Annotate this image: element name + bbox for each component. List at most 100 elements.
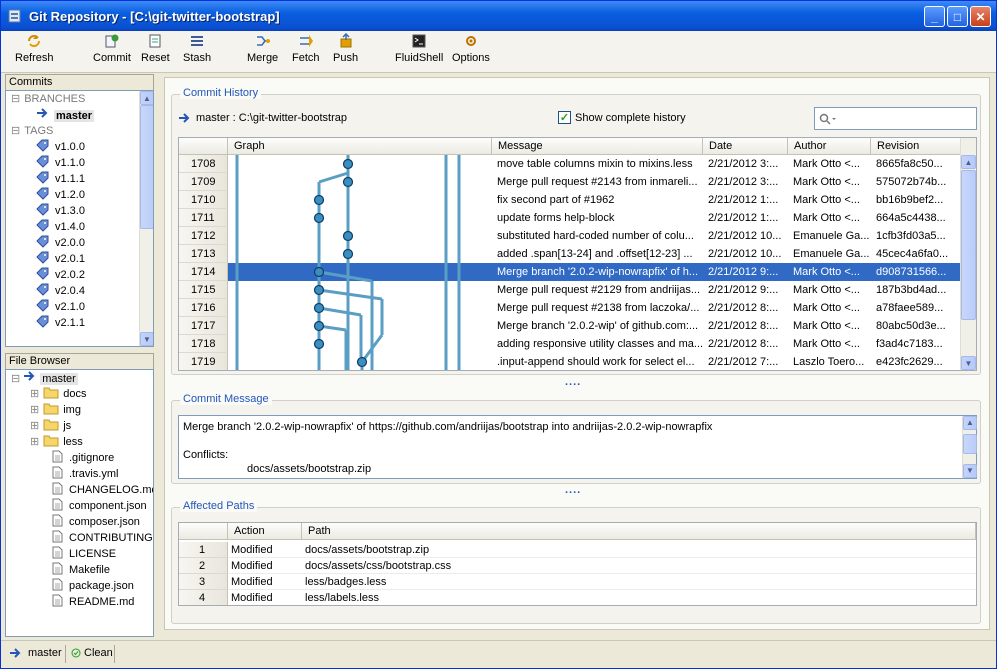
file-tree-root[interactable]: ⊟ master [6,370,138,386]
file-item[interactable]: .travis.yml [6,466,152,482]
row-number: 1719 [179,353,228,370]
affected-paths-table[interactable]: Action Path 1 Modified docs/assets/bootstrap… [178,522,977,606]
push-button[interactable]: Push [333,33,358,64]
file-item[interactable]: LICENSE [6,546,152,562]
tags-node[interactable]: ⊟ TAGS [6,123,138,139]
cell-author: Emanuele Ga... [793,230,870,242]
branch-item-master[interactable]: master [6,107,138,123]
file-item[interactable]: CHANGELOG.md [6,482,153,498]
file-item[interactable]: composer.json [6,514,152,530]
column-header-action[interactable]: Action [228,523,302,540]
file-item[interactable]: .gitignore [6,450,152,466]
fluidshell-button[interactable]: FluidShell [395,33,443,64]
close-button[interactable]: ✕ [970,6,991,27]
tag-item[interactable]: v1.3.0 [6,203,138,219]
file-item[interactable]: component.json [6,498,152,514]
tag-item[interactable]: v2.0.4 [6,283,138,299]
history-table[interactable]: Graph Message Date Author Revision 1708 move t… [178,137,977,371]
tag-item[interactable]: v2.1.1 [6,315,138,331]
scroll-up-icon[interactable]: ▲ [963,416,977,430]
scroll-down-icon[interactable]: ▼ [140,332,153,346]
status-branch: master [9,647,62,659]
fluidshell-icon [412,34,426,48]
scroll-down-icon[interactable]: ▼ [963,464,977,478]
splitter-handle[interactable]: .... [565,376,581,388]
file-icon [52,562,63,575]
merge-button[interactable]: Merge [247,33,278,64]
cell-path: docs/assets/bootstrap.zip [305,544,430,556]
path-row[interactable]: 3 Modified less/badges.less [179,574,976,590]
column-header-author[interactable]: Author [788,138,871,155]
folder-item[interactable]: ⊞ docs [6,386,138,402]
scroll-thumb[interactable] [961,170,976,320]
cell-author: Laszlo Toero... [793,356,865,368]
options-button[interactable]: Options [452,33,490,64]
commit-message-text[interactable]: Merge branch '2.0.2-wip-nowrapfix' of ht… [178,415,977,479]
folder-item[interactable]: ⊞ js [6,418,138,434]
cell-author: Mark Otto <... [793,176,860,188]
column-header-path[interactable]: Path [302,523,976,540]
affected-paths-title: Affected Paths [180,500,258,512]
path-row[interactable]: 2 Modified docs/assets/css/bootstrap.css [179,558,976,574]
tag-item[interactable]: v1.4.0 [6,219,138,235]
tag-item[interactable]: v1.0.0 [6,139,138,155]
cell-msg: Merge branch '2.0.2-wip' of github.com:.… [497,320,699,332]
branch-icon [179,113,190,123]
tag-item[interactable]: v1.1.0 [6,155,138,171]
message-scrollbar[interactable]: ▲ ▼ [962,416,977,478]
column-header[interactable] [179,138,228,155]
cell-rev: d908731566... [876,266,947,278]
tag-item[interactable]: v1.1.1 [6,171,138,187]
file-item[interactable]: CONTRIBUTING.md [6,530,153,546]
file-icon [52,546,63,559]
commits-tree[interactable]: ▲ ▼ ⊟ BRANCHES master ⊟ TAGS v1.0.0 v1.1.0 v1.1… [5,90,154,347]
folder-item[interactable]: ⊞ img [6,402,138,418]
cell-msg: Merge branch '2.0.2-wip-nowrapfix' of h.… [497,266,699,278]
maximize-button[interactable]: □ [947,6,968,27]
splitter-handle[interactable]: .... [565,484,581,496]
file-item[interactable]: README.md [6,594,152,610]
file-tree[interactable]: ⊟ master ⊞ docs ⊞ img ⊞ js ⊞ less .gitignore .travi… [5,369,154,637]
cell-msg: update forms help-block [497,212,615,224]
file-label: component.json [69,500,147,512]
scroll-thumb[interactable] [963,434,977,454]
scroll-up-icon[interactable]: ▲ [961,155,976,169]
file-item[interactable]: package.json [6,578,152,594]
row-number: 1714 [179,263,228,281]
column-header[interactable] [179,523,228,540]
cell-action: Modified [231,560,273,572]
history-scrollbar[interactable]: ▲ ▼ [960,138,976,370]
fetch-button[interactable]: Fetch [292,33,320,64]
scroll-thumb[interactable] [140,105,153,229]
branches-node[interactable]: ⊟ BRANCHES [6,91,138,107]
column-header-date[interactable]: Date [703,138,788,155]
search-input[interactable] [814,107,977,130]
minimize-button[interactable]: _ [924,6,945,27]
stash-button[interactable]: Stash [183,33,211,64]
tag-item[interactable]: v1.2.0 [6,187,138,203]
tag-item[interactable]: v2.0.1 [6,251,138,267]
path-row[interactable]: 4 Modified less/labels.less [179,590,976,605]
title-bar[interactable]: Git Repository - [C:\git-twitter-bootstr… [1,1,996,31]
branch-icon [10,648,21,658]
tag-item[interactable]: v2.1.0 [6,299,138,315]
commit-button[interactable]: Commit [93,33,131,64]
tag-item[interactable]: v2.0.2 [6,267,138,283]
scroll-down-icon[interactable]: ▼ [961,356,976,370]
show-complete-history[interactable]: ✓ Show complete history [558,111,686,124]
commits-scrollbar[interactable]: ▲ ▼ [139,91,153,346]
tag-icon [36,283,49,296]
tag-item[interactable]: v2.0.0 [6,235,138,251]
show-complete-checkbox[interactable]: ✓ [558,111,571,124]
file-item[interactable]: Makefile [6,562,152,578]
file-label: CONTRIBUTING.md [69,532,153,544]
column-header-graph[interactable]: Graph [228,138,492,155]
scroll-up-icon[interactable]: ▲ [140,91,153,105]
refresh-button[interactable]: Refresh [15,33,54,64]
repository-icon [8,9,21,23]
path-row[interactable]: 1 Modified docs/assets/bootstrap.zip [179,542,976,558]
affected-paths-group: Affected Paths Action Path 1 Modified docs/a… [171,500,981,624]
folder-item[interactable]: ⊞ less [6,434,138,450]
reset-button[interactable]: Reset [141,33,170,64]
column-header-message[interactable]: Message [492,138,703,155]
